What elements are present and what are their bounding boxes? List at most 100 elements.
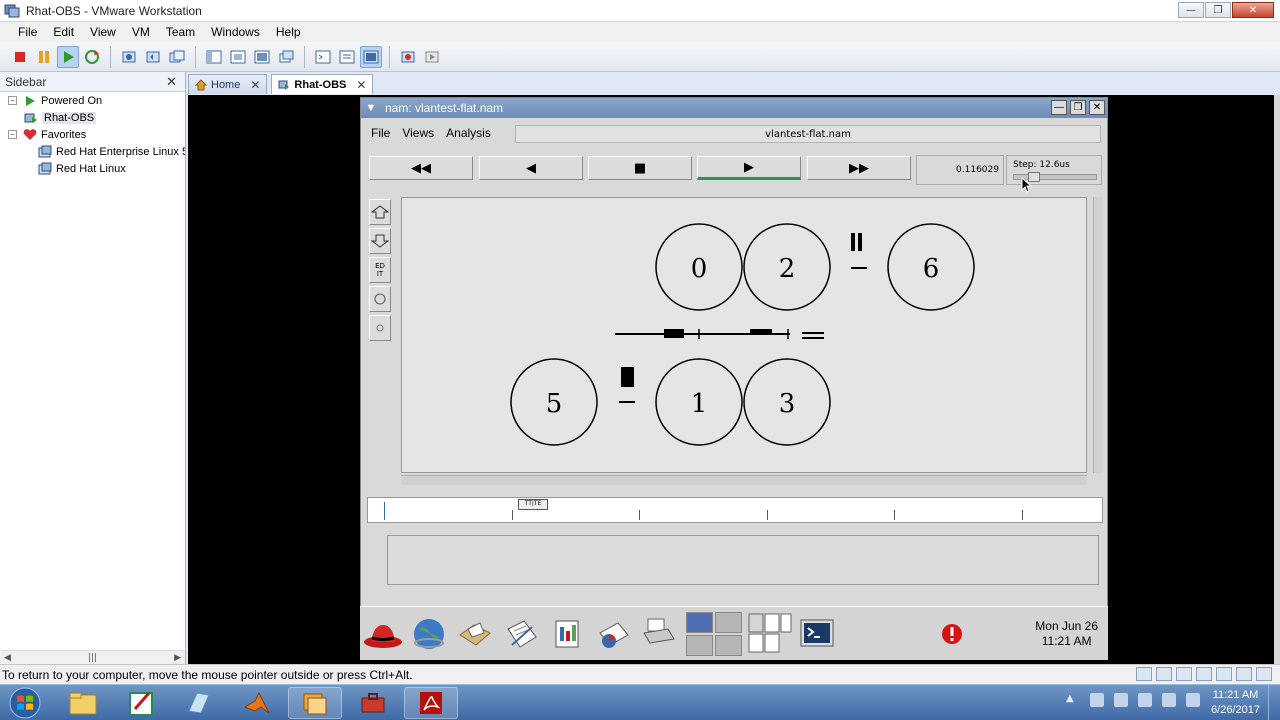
- menu-view[interactable]: View: [82, 25, 124, 39]
- menu-windows[interactable]: Windows: [203, 25, 268, 39]
- presentation-button[interactable]: [545, 612, 589, 656]
- full-screen-button[interactable]: [251, 46, 273, 68]
- menu-team[interactable]: Team: [158, 25, 203, 39]
- tree-group-powered-on[interactable]: − Powered On: [0, 92, 185, 109]
- red-hat-menu-button[interactable]: [361, 612, 405, 656]
- scroll-thumb[interactable]: |||: [88, 653, 97, 663]
- suspend-button[interactable]: [33, 46, 55, 68]
- node-0[interactable]: 0: [655, 223, 743, 311]
- writer-button[interactable]: [499, 612, 543, 656]
- taskbar-acrobat-button[interactable]: [404, 687, 458, 719]
- tray-battery-icon[interactable]: [1114, 693, 1128, 707]
- nam-close-button[interactable]: ✕: [1089, 100, 1105, 115]
- message-log-icon[interactable]: [1256, 667, 1272, 681]
- node-6[interactable]: 6: [887, 223, 975, 311]
- start-button[interactable]: [4, 686, 46, 720]
- revert-snapshot-button[interactable]: [142, 46, 164, 68]
- menu-help[interactable]: Help: [268, 25, 309, 39]
- record-button[interactable]: [397, 46, 419, 68]
- menu-vm[interactable]: VM: [124, 25, 158, 39]
- web-browser-button[interactable]: [407, 612, 451, 656]
- workspace-3[interactable]: [686, 634, 713, 656]
- tray-shield-icon[interactable]: [1162, 693, 1176, 707]
- sidebar-toggle-button[interactable]: [203, 46, 225, 68]
- tab-close-icon[interactable]: ✕: [250, 78, 260, 92]
- email-button[interactable]: [453, 612, 497, 656]
- snapshot-button[interactable]: [118, 46, 140, 68]
- node-2[interactable]: 2: [743, 223, 831, 311]
- tab-home[interactable]: Home ✕: [188, 74, 268, 94]
- timeline-cursor[interactable]: [384, 502, 385, 520]
- node-5[interactable]: 5: [510, 358, 598, 446]
- nam-maximize-button[interactable]: ❐: [1070, 100, 1086, 115]
- edit-button[interactable]: ED IT: [369, 257, 391, 283]
- node-tool-button[interactable]: [369, 286, 391, 312]
- menu-file[interactable]: File: [10, 25, 45, 39]
- show-desktop-button[interactable]: [1268, 685, 1280, 720]
- hard-disk-icon[interactable]: [1176, 667, 1192, 681]
- tree-item-rhat-obs[interactable]: Rhat-OBS: [0, 109, 185, 126]
- taskbar-clock[interactable]: 11:21 AM 6/26/2017: [1211, 688, 1260, 718]
- quick-switch-button[interactable]: [227, 46, 249, 68]
- network-device-icon[interactable]: [1136, 667, 1152, 681]
- collapse-icon[interactable]: −: [8, 130, 17, 139]
- maximize-button[interactable]: ❐: [1205, 2, 1231, 18]
- canvas-vertical-scrollbar[interactable]: [1093, 197, 1103, 473]
- workspace-4[interactable]: [715, 634, 742, 656]
- step-back-button[interactable]: ◀: [479, 156, 583, 180]
- power-off-button[interactable]: [9, 46, 31, 68]
- tray-network-icon[interactable]: [1138, 693, 1152, 707]
- taskbar-explorer-button[interactable]: [56, 687, 110, 719]
- spreadsheet-button[interactable]: [591, 612, 635, 656]
- usb-device-icon[interactable]: [1216, 667, 1232, 681]
- sidebar-horizontal-scrollbar[interactable]: ◀ ||| ▶: [0, 650, 185, 664]
- node-1[interactable]: 1: [655, 358, 743, 446]
- node-3[interactable]: 3: [743, 358, 831, 446]
- unity-button[interactable]: [275, 46, 297, 68]
- tray-expand-icon[interactable]: ▲: [1066, 693, 1080, 707]
- nam-minimize-button[interactable]: —: [1051, 100, 1067, 115]
- tray-flag-icon[interactable]: [1090, 693, 1104, 707]
- window-list-button[interactable]: [747, 612, 793, 656]
- floppy-device-icon[interactable]: [1196, 667, 1212, 681]
- console-view-button[interactable]: [312, 46, 334, 68]
- window-menu-icon[interactable]: ▼: [361, 102, 381, 114]
- snapshot-manager-button[interactable]: [166, 46, 188, 68]
- canvas-horizontal-scrollbar[interactable]: [401, 475, 1087, 485]
- fast-forward-button[interactable]: ▶▶: [807, 156, 911, 180]
- vm-scrollbar[interactable]: [1274, 95, 1280, 664]
- collapse-icon[interactable]: −: [8, 96, 17, 105]
- sidebar-close-icon[interactable]: ✕: [166, 74, 177, 90]
- minimize-button[interactable]: —: [1178, 2, 1204, 18]
- sound-device-icon[interactable]: [1236, 667, 1252, 681]
- summary-view-button[interactable]: [336, 46, 358, 68]
- menu-edit[interactable]: Edit: [45, 25, 82, 39]
- zoom-in-button[interactable]: [369, 199, 391, 225]
- small-node-tool-button[interactable]: [369, 315, 391, 341]
- timeline-slider[interactable]: TT|TE: [367, 497, 1103, 523]
- taskbar-toolbox-button[interactable]: [346, 687, 400, 719]
- taskbar-vmware-button[interactable]: [288, 687, 342, 719]
- tray-volume-icon[interactable]: [1186, 693, 1200, 707]
- panel-clock[interactable]: Mon Jun 26 11:21 AM: [1035, 619, 1098, 649]
- stop-button[interactable]: ■: [588, 156, 692, 180]
- scroll-left-icon[interactable]: ◀: [4, 653, 11, 663]
- reset-button[interactable]: [81, 46, 103, 68]
- tab-rhat-obs[interactable]: Rhat-OBS ✕: [271, 74, 374, 94]
- workspace-1[interactable]: [686, 611, 713, 633]
- scroll-right-icon[interactable]: ▶: [174, 653, 181, 663]
- zoom-out-button[interactable]: [369, 228, 391, 254]
- power-on-button[interactable]: [57, 45, 79, 68]
- update-alert-button[interactable]: [930, 612, 974, 656]
- terminal-button[interactable]: [795, 612, 839, 656]
- tree-group-favorites[interactable]: − Favorites: [0, 126, 185, 143]
- appliance-view-button[interactable]: [360, 45, 382, 68]
- play-button[interactable]: ▶: [697, 156, 801, 180]
- nam-menu-analysis[interactable]: Analysis: [440, 126, 497, 140]
- replay-button[interactable]: [421, 46, 443, 68]
- annotation-list[interactable]: [387, 535, 1099, 585]
- taskbar-matlab-button[interactable]: [230, 687, 284, 719]
- timeline-marker[interactable]: TT|TE: [518, 499, 548, 510]
- taskbar-editor-button[interactable]: [114, 687, 168, 719]
- tree-item-red-hat-linux[interactable]: Red Hat Linux: [0, 160, 185, 177]
